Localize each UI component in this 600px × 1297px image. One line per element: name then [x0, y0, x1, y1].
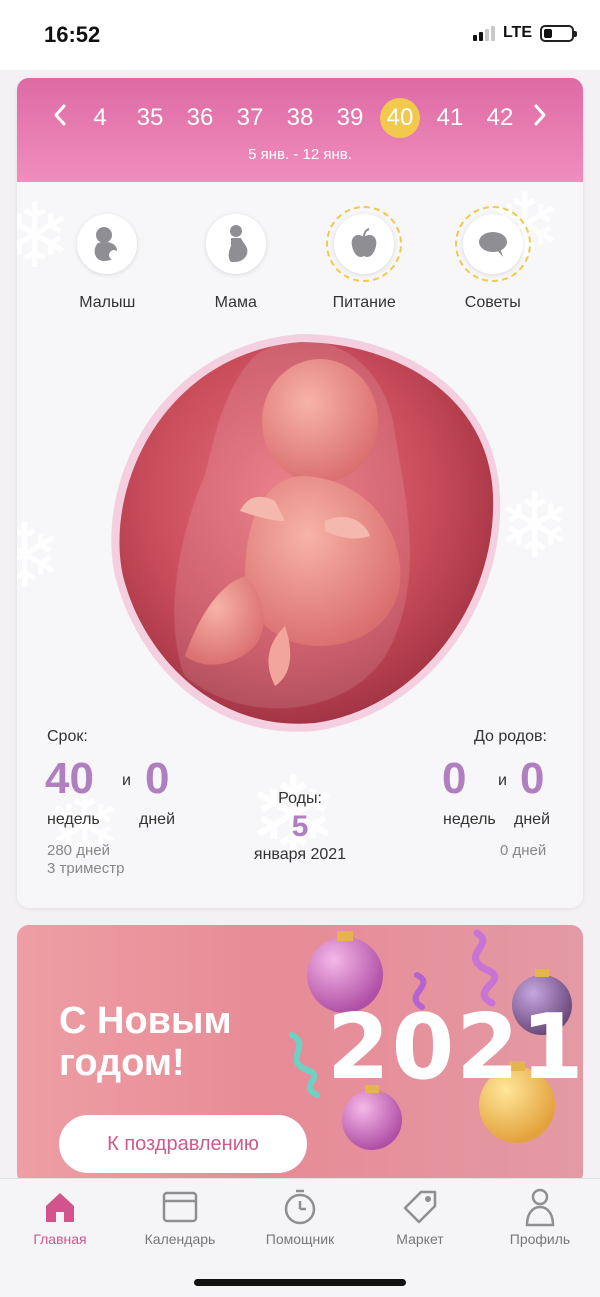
category-label: Малыш: [79, 294, 136, 311]
tab-market[interactable]: Маркет: [365, 1187, 475, 1247]
week-item[interactable]: 39: [328, 98, 372, 138]
tag-icon: [365, 1187, 475, 1227]
banner-title: С Новым годом!: [59, 1000, 232, 1084]
chevron-right-icon[interactable]: [525, 103, 555, 134]
week-date-range: 5 янв. - 12 янв.: [248, 146, 352, 163]
trimester: 3 триместр: [47, 860, 125, 877]
category-tips[interactable]: Советы: [438, 206, 548, 312]
category-label: Советы: [464, 294, 521, 311]
mother-icon: [205, 214, 266, 274]
term-label: Срок:: [47, 728, 88, 745]
profile-icon: [485, 1187, 595, 1227]
week-selector: 4 35 36 37 38 39 40 41 42 5 янв. - 12 ян…: [17, 78, 583, 182]
category-row: Малыш Мама Питание Советы: [17, 206, 583, 312]
status-time: 16:52: [44, 22, 101, 47]
term-weeks-value: 40: [45, 754, 94, 803]
days-word: дней: [139, 811, 176, 828]
left-total-days: 0 дней: [500, 842, 547, 859]
due-label: Роды:: [278, 790, 322, 807]
calendar-icon: [125, 1187, 235, 1227]
week-item[interactable]: 36: [178, 98, 222, 138]
weeks-word: недель: [443, 811, 496, 828]
snowflake-icon: ❄: [17, 507, 63, 607]
category-mother[interactable]: Мама: [181, 208, 291, 312]
due-month-year: января 2021: [253, 846, 347, 863]
due-day: 5: [291, 810, 309, 843]
left-label: До родов:: [474, 728, 547, 745]
new-year-banner[interactable]: 2021 С Новым годом! К поздравлению: [17, 925, 583, 1185]
tab-assistant[interactable]: Помощник: [245, 1187, 355, 1247]
signal-icon: [472, 25, 495, 41]
week-item[interactable]: 38: [278, 98, 322, 138]
week-item[interactable]: 4: [78, 98, 122, 138]
tab-home[interactable]: Главная: [5, 1187, 115, 1247]
and-label: и: [498, 772, 507, 789]
and-label: и: [122, 772, 131, 789]
left-days-value: 0: [520, 754, 545, 803]
battery-icon: [540, 24, 577, 42]
tab-label: Помощник: [265, 1231, 335, 1247]
tab-label: Главная: [33, 1231, 87, 1247]
tab-label: Календарь: [144, 1231, 216, 1247]
tab-label: Маркет: [396, 1231, 444, 1247]
status-indicators: LTE: [472, 24, 577, 42]
total-days: 280 дней: [47, 842, 110, 859]
week-item[interactable]: 41: [428, 98, 472, 138]
banner-year: 2021: [327, 995, 583, 1100]
tab-calendar[interactable]: Календарь: [125, 1187, 235, 1247]
status-bar: 16:52 LTE: [0, 0, 600, 70]
chevron-left-icon[interactable]: [45, 103, 75, 134]
pregnancy-card: ❄ ❄ ❄ ❄ ❄ ❄ 4 35 36 37 38 39 40 41 42 5 …: [17, 78, 583, 908]
week-item[interactable]: 35: [128, 98, 172, 138]
category-label: Мама: [214, 294, 257, 311]
left-weeks-value: 0: [442, 754, 467, 803]
baby-icon: [77, 214, 138, 274]
greeting-button[interactable]: К поздравлению: [59, 1115, 307, 1173]
tab-profile[interactable]: Профиль: [485, 1187, 595, 1247]
apple-icon: [326, 206, 403, 282]
weeks-word: недель: [47, 811, 100, 828]
category-label: Питание: [332, 294, 396, 311]
week-item-selected[interactable]: 40: [380, 98, 420, 138]
network-label: LTE: [502, 24, 532, 41]
days-word: дней: [514, 811, 551, 828]
term-days-value: 0: [145, 754, 170, 803]
week-item[interactable]: 42: [478, 98, 522, 138]
timer-icon: [245, 1187, 355, 1227]
home-indicator: [194, 1279, 406, 1286]
category-baby[interactable]: Малыш: [52, 208, 162, 312]
snowflake-icon: ❄: [497, 477, 573, 577]
tab-label: Профиль: [509, 1231, 571, 1247]
speech-bubble-icon: [454, 206, 531, 282]
category-nutrition[interactable]: Питание: [309, 206, 419, 312]
home-icon: [5, 1187, 115, 1227]
fetus-illustration: [95, 326, 505, 736]
week-item[interactable]: 37: [228, 98, 272, 138]
